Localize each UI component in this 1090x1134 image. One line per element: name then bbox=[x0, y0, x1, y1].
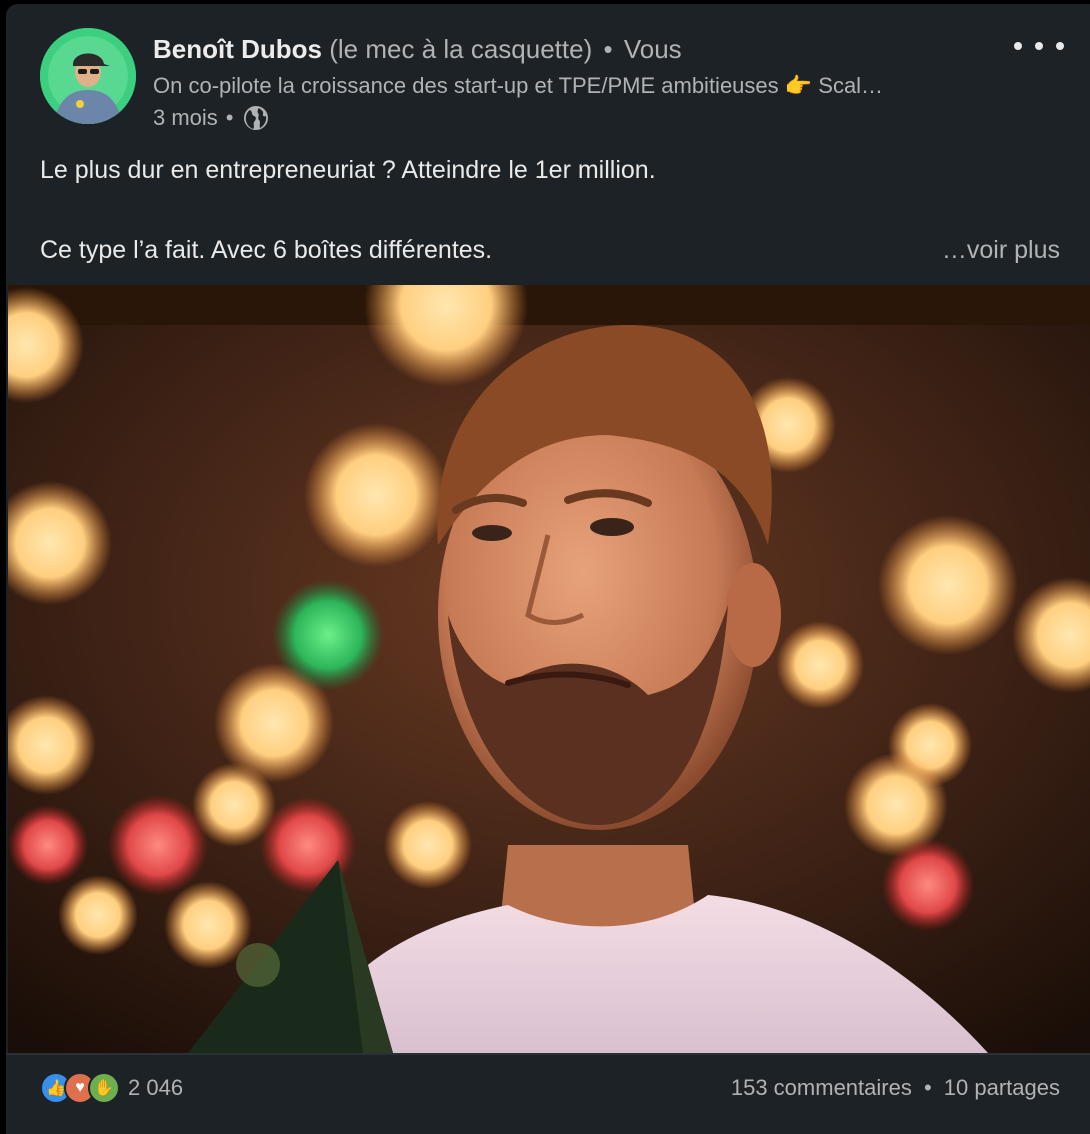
relation-label: Vous bbox=[623, 34, 682, 64]
reactions-count: 2 046 bbox=[128, 1075, 184, 1100]
more-options-icon[interactable] bbox=[1014, 32, 1064, 60]
separator-dot: • bbox=[603, 34, 613, 64]
globe-icon bbox=[242, 104, 270, 132]
post-meta: 3 mois • bbox=[153, 104, 270, 132]
support-icon: ✋ bbox=[88, 1072, 120, 1104]
post-text-line-1: Le plus dur en entrepreneuriat ? Atteind… bbox=[40, 156, 656, 184]
comments-count-link[interactable]: 153 commentaires bbox=[731, 1075, 912, 1100]
author-line: Benoît Dubos (le mec à la casquette) • V… bbox=[153, 34, 682, 65]
author-headline: On co-pilote la croissance des start-up … bbox=[153, 73, 884, 98]
post-card: Benoît Dubos (le mec à la casquette) • V… bbox=[6, 4, 1090, 1134]
footer-divider bbox=[6, 1053, 1090, 1055]
shares-count-link[interactable]: 10 partages bbox=[944, 1075, 1060, 1100]
stats-separator: • bbox=[923, 1075, 932, 1100]
post-text-line-2: Ce type l’a fait. Avec 6 boîtes différen… bbox=[40, 236, 493, 264]
author-avatar[interactable] bbox=[40, 28, 136, 124]
author-name[interactable]: Benoît Dubos bbox=[153, 34, 322, 64]
author-nickname: (le mec à la casquette) bbox=[329, 34, 593, 64]
reactions-summary[interactable]: 👍 ♥ ✋ 2 046 bbox=[40, 1072, 183, 1104]
post-stats: 153 commentaires • 10 partages bbox=[731, 1075, 1060, 1101]
post-image[interactable] bbox=[8, 285, 1090, 1053]
meta-separator: • bbox=[225, 105, 234, 130]
post-time: 3 mois bbox=[153, 105, 218, 130]
see-more-link[interactable]: …voir plus bbox=[942, 236, 1060, 265]
